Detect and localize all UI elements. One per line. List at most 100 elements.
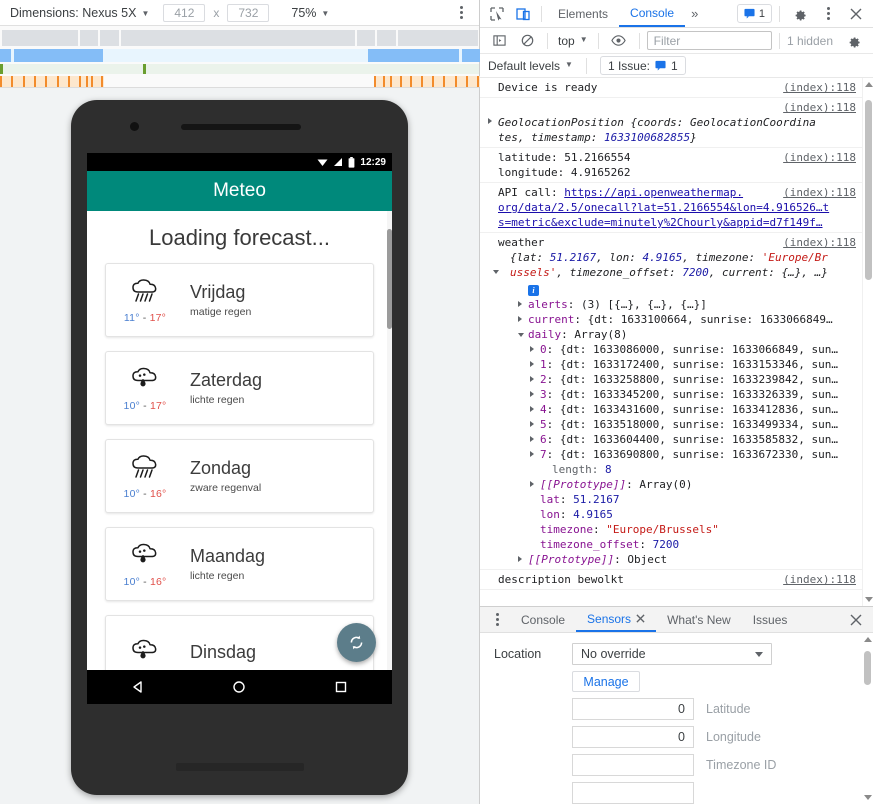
source-link[interactable]: (index):118 xyxy=(783,185,856,200)
console-row-weather-object[interactable]: (index):118 weather {lat: 51.2167, lon: … xyxy=(480,233,862,569)
execution-context-select[interactable]: top ▼ xyxy=(555,34,591,48)
device-width-input[interactable]: 412 xyxy=(163,3,206,22)
device-toolbar-icon[interactable] xyxy=(510,2,536,26)
live-expression-eye-icon[interactable] xyxy=(606,29,632,53)
daily-item-1[interactable]: 1: {dt: 1633172400, sunrise: 1633153346,… xyxy=(498,357,856,372)
source-link[interactable]: (index):118 xyxy=(783,100,856,115)
daily-item-6[interactable]: 6: {dt: 1633604400, sunrise: 1633585832,… xyxy=(498,432,856,447)
forecast-card[interactable]: 10° - 16° Zondag zware regenval xyxy=(105,439,374,513)
forecast-card[interactable]: 11° - 17° Vrijdag matige regen xyxy=(105,263,374,337)
daily-item-3[interactable]: 3: {dt: 1633345200, sunrise: 1633326339,… xyxy=(498,387,856,402)
forecast-card[interactable]: 10° - 16° Maandag lichte regen xyxy=(105,527,374,601)
scroll-up-arrow-icon[interactable] xyxy=(865,82,873,87)
info-icon[interactable]: i xyxy=(528,285,539,296)
issues-bar-button[interactable]: 1 Issue: 1 xyxy=(599,56,686,75)
clear-console-icon[interactable] xyxy=(514,29,540,53)
close-drawer-button[interactable] xyxy=(843,608,869,632)
weather-prototype-row[interactable]: [[Prototype]]: Object xyxy=(498,552,856,569)
gear-icon[interactable] xyxy=(787,2,813,26)
manage-locations-button[interactable]: Manage xyxy=(572,671,640,692)
log-levels-select[interactable]: Default levels ▼ xyxy=(488,59,573,73)
console-filter-input[interactable]: Filter xyxy=(646,31,772,50)
console-scrollbar[interactable] xyxy=(862,78,873,606)
daily-item-5[interactable]: 5: {dt: 1633518000, sunrise: 1633499334,… xyxy=(498,417,856,432)
source-link[interactable]: (index):118 xyxy=(783,150,856,165)
more-tabs-button[interactable]: » xyxy=(685,6,704,21)
devtools-menu-button[interactable] xyxy=(815,2,841,26)
expand-triangle-icon[interactable] xyxy=(530,436,534,442)
expand-triangle-icon[interactable] xyxy=(530,391,534,397)
api-url-part-3[interactable]: s=metric&exclude=minutely%2Chourly&appid… xyxy=(498,216,823,229)
weather-prop-daily[interactable]: daily: Array(8) xyxy=(498,327,856,342)
expand-triangle-icon[interactable] xyxy=(530,406,534,412)
phone-content-scrollbar[interactable] xyxy=(387,211,392,704)
expand-triangle-icon[interactable] xyxy=(518,301,522,307)
expand-triangle-icon[interactable] xyxy=(518,556,522,562)
requests-strip[interactable] xyxy=(0,76,480,87)
console-settings-gear-icon[interactable] xyxy=(841,29,867,53)
longitude-input[interactable]: 0 xyxy=(572,726,694,748)
timezone-id-input[interactable] xyxy=(572,754,694,776)
expand-triangle-icon[interactable] xyxy=(530,481,534,487)
weather-prop-current[interactable]: current: {dt: 1633100664, sunrise: 16330… xyxy=(498,312,856,327)
drawer-tab-issues[interactable]: Issues xyxy=(742,607,799,632)
expand-triangle-icon[interactable] xyxy=(530,376,534,382)
device-zoom-select[interactable]: 75% ▼ xyxy=(291,6,329,20)
api-url-part-1[interactable]: https://api.openweathermap. xyxy=(564,186,743,199)
close-icon[interactable] xyxy=(636,614,645,623)
inspect-cursor-icon[interactable] xyxy=(484,2,510,26)
refresh-fab-button[interactable] xyxy=(337,623,376,662)
recents-square-icon[interactable] xyxy=(333,679,349,695)
drawer-tab-whats-new[interactable]: What's New xyxy=(656,607,742,632)
console-scrollbar-thumb[interactable] xyxy=(865,100,872,280)
device-dimensions-select[interactable]: Dimensions: Nexus 5X ▼ xyxy=(10,6,149,20)
frames-strip[interactable] xyxy=(0,30,479,46)
expand-triangle-icon[interactable] xyxy=(488,118,492,124)
tab-elements[interactable]: Elements xyxy=(547,0,619,27)
source-link[interactable]: (index):118 xyxy=(783,80,856,95)
device-height-input[interactable]: 732 xyxy=(227,3,270,22)
close-devtools-button[interactable] xyxy=(843,2,869,26)
expand-triangle-icon[interactable] xyxy=(518,316,522,322)
scroll-down-arrow-icon[interactable] xyxy=(864,795,872,800)
latitude-input[interactable]: 0 xyxy=(572,698,694,720)
source-link[interactable]: (index):118 xyxy=(783,572,856,587)
location-override-select[interactable]: No override xyxy=(572,643,772,665)
locale-input[interactable] xyxy=(572,782,694,804)
expand-triangle-icon[interactable] xyxy=(530,346,534,352)
expand-triangle-icon[interactable] xyxy=(530,361,534,367)
console-row-coords[interactable]: (index):118 latitude: 51.2166554 longitu… xyxy=(480,148,862,183)
console-row-device-ready[interactable]: (index):118 Device is ready xyxy=(480,78,862,98)
device-toolbar-menu-button[interactable] xyxy=(453,6,469,19)
weather-prop-alerts[interactable]: alerts: (3) [{…}, {…}, {…}] xyxy=(498,297,856,312)
drawer-tab-console[interactable]: Console xyxy=(510,607,576,632)
home-circle-icon[interactable] xyxy=(231,679,247,695)
console-row-description[interactable]: (index):118 description bewolkt xyxy=(480,569,862,590)
console-row-api-call[interactable]: (index):118 API call: https://api.openwe… xyxy=(480,183,862,233)
issues-counter-button[interactable]: 1 xyxy=(736,4,772,23)
daily-item-7[interactable]: 7: {dt: 1633690800, sunrise: 1633672330,… xyxy=(498,447,856,462)
console-message-list[interactable]: (index):118 Device is ready (index):118 … xyxy=(480,78,873,606)
collapse-triangle-icon[interactable] xyxy=(518,333,524,340)
network-strip[interactable] xyxy=(0,49,480,62)
api-url-part-2[interactable]: org/data/2.5/onecall?lat=51.2166554&lon=… xyxy=(498,201,829,214)
back-triangle-icon[interactable] xyxy=(130,679,146,695)
daily-item-0[interactable]: 0: {dt: 1633086000, sunrise: 1633066849,… xyxy=(498,342,856,357)
forecast-card[interactable]: 10° - 17° Zaterdag lichte regen xyxy=(105,351,374,425)
daily-prototype-row[interactable]: [[Prototype]]: Array(0) xyxy=(498,477,856,492)
tab-console[interactable]: Console xyxy=(619,0,686,27)
drawer-menu-button[interactable] xyxy=(484,608,510,632)
phone-screen[interactable]: 12:29 Meteo Loading forecast... 11° - 17… xyxy=(87,153,392,704)
scroll-down-arrow-icon[interactable] xyxy=(865,597,873,602)
daily-item-4[interactable]: 4: {dt: 1633431600, sunrise: 1633412836,… xyxy=(498,402,856,417)
sensors-scrollbar[interactable] xyxy=(862,633,873,804)
console-sidebar-icon[interactable] xyxy=(486,29,512,53)
collapse-triangle-icon[interactable] xyxy=(493,270,499,277)
scripting-strip[interactable] xyxy=(0,64,479,74)
source-link[interactable]: (index):118 xyxy=(783,235,856,250)
expand-triangle-icon[interactable] xyxy=(530,451,534,457)
drawer-tab-sensors[interactable]: Sensors xyxy=(576,607,657,632)
expand-triangle-icon[interactable] xyxy=(530,421,534,427)
daily-item-2[interactable]: 2: {dt: 1633258800, sunrise: 1633239842,… xyxy=(498,372,856,387)
console-row-geolocation[interactable]: (index):118 GeolocationPosition {coords:… xyxy=(480,98,862,148)
